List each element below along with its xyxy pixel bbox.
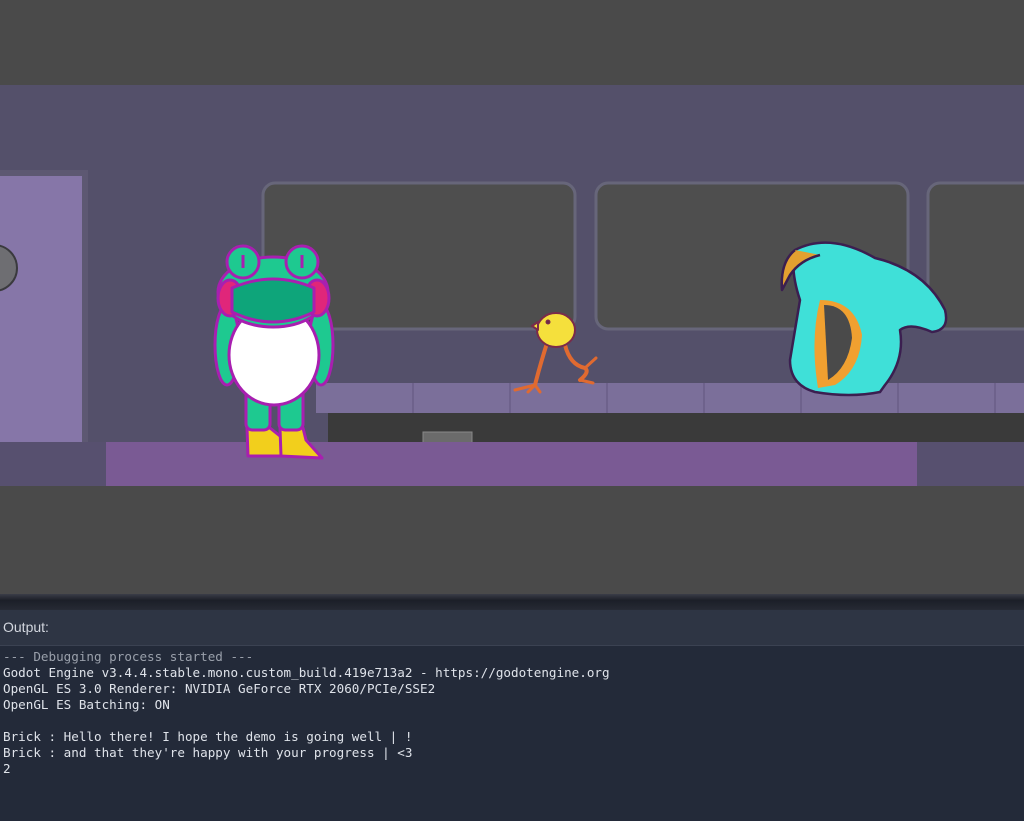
- floor: [0, 442, 1024, 486]
- log-line: Godot Engine v3.4.4.stable.mono.custom_b…: [3, 665, 610, 680]
- output-log[interactable]: --- Debugging process started --- Godot E…: [0, 646, 1024, 821]
- log-line: OpenGL ES Batching: ON: [3, 697, 170, 712]
- log-line: 2: [3, 761, 11, 776]
- log-line: Brick : Hello there! I hope the demo is …: [3, 729, 413, 744]
- game-viewport[interactable]: [0, 0, 1024, 594]
- door: [0, 170, 88, 442]
- panel-splitter[interactable]: [0, 594, 1024, 610]
- output-log-text: --- Debugging process started --- Godot E…: [3, 649, 610, 777]
- game-scene: [0, 0, 1024, 594]
- log-line: --- Debugging process started ---: [3, 649, 254, 664]
- log-line: OpenGL ES 3.0 Renderer: NVIDIA GeForce R…: [3, 681, 436, 696]
- output-panel-header: Output:: [0, 610, 1024, 646]
- output-panel-title: Output:: [3, 619, 49, 635]
- log-line: Brick : and that they're happy with your…: [3, 745, 413, 760]
- bench: [316, 383, 1024, 445]
